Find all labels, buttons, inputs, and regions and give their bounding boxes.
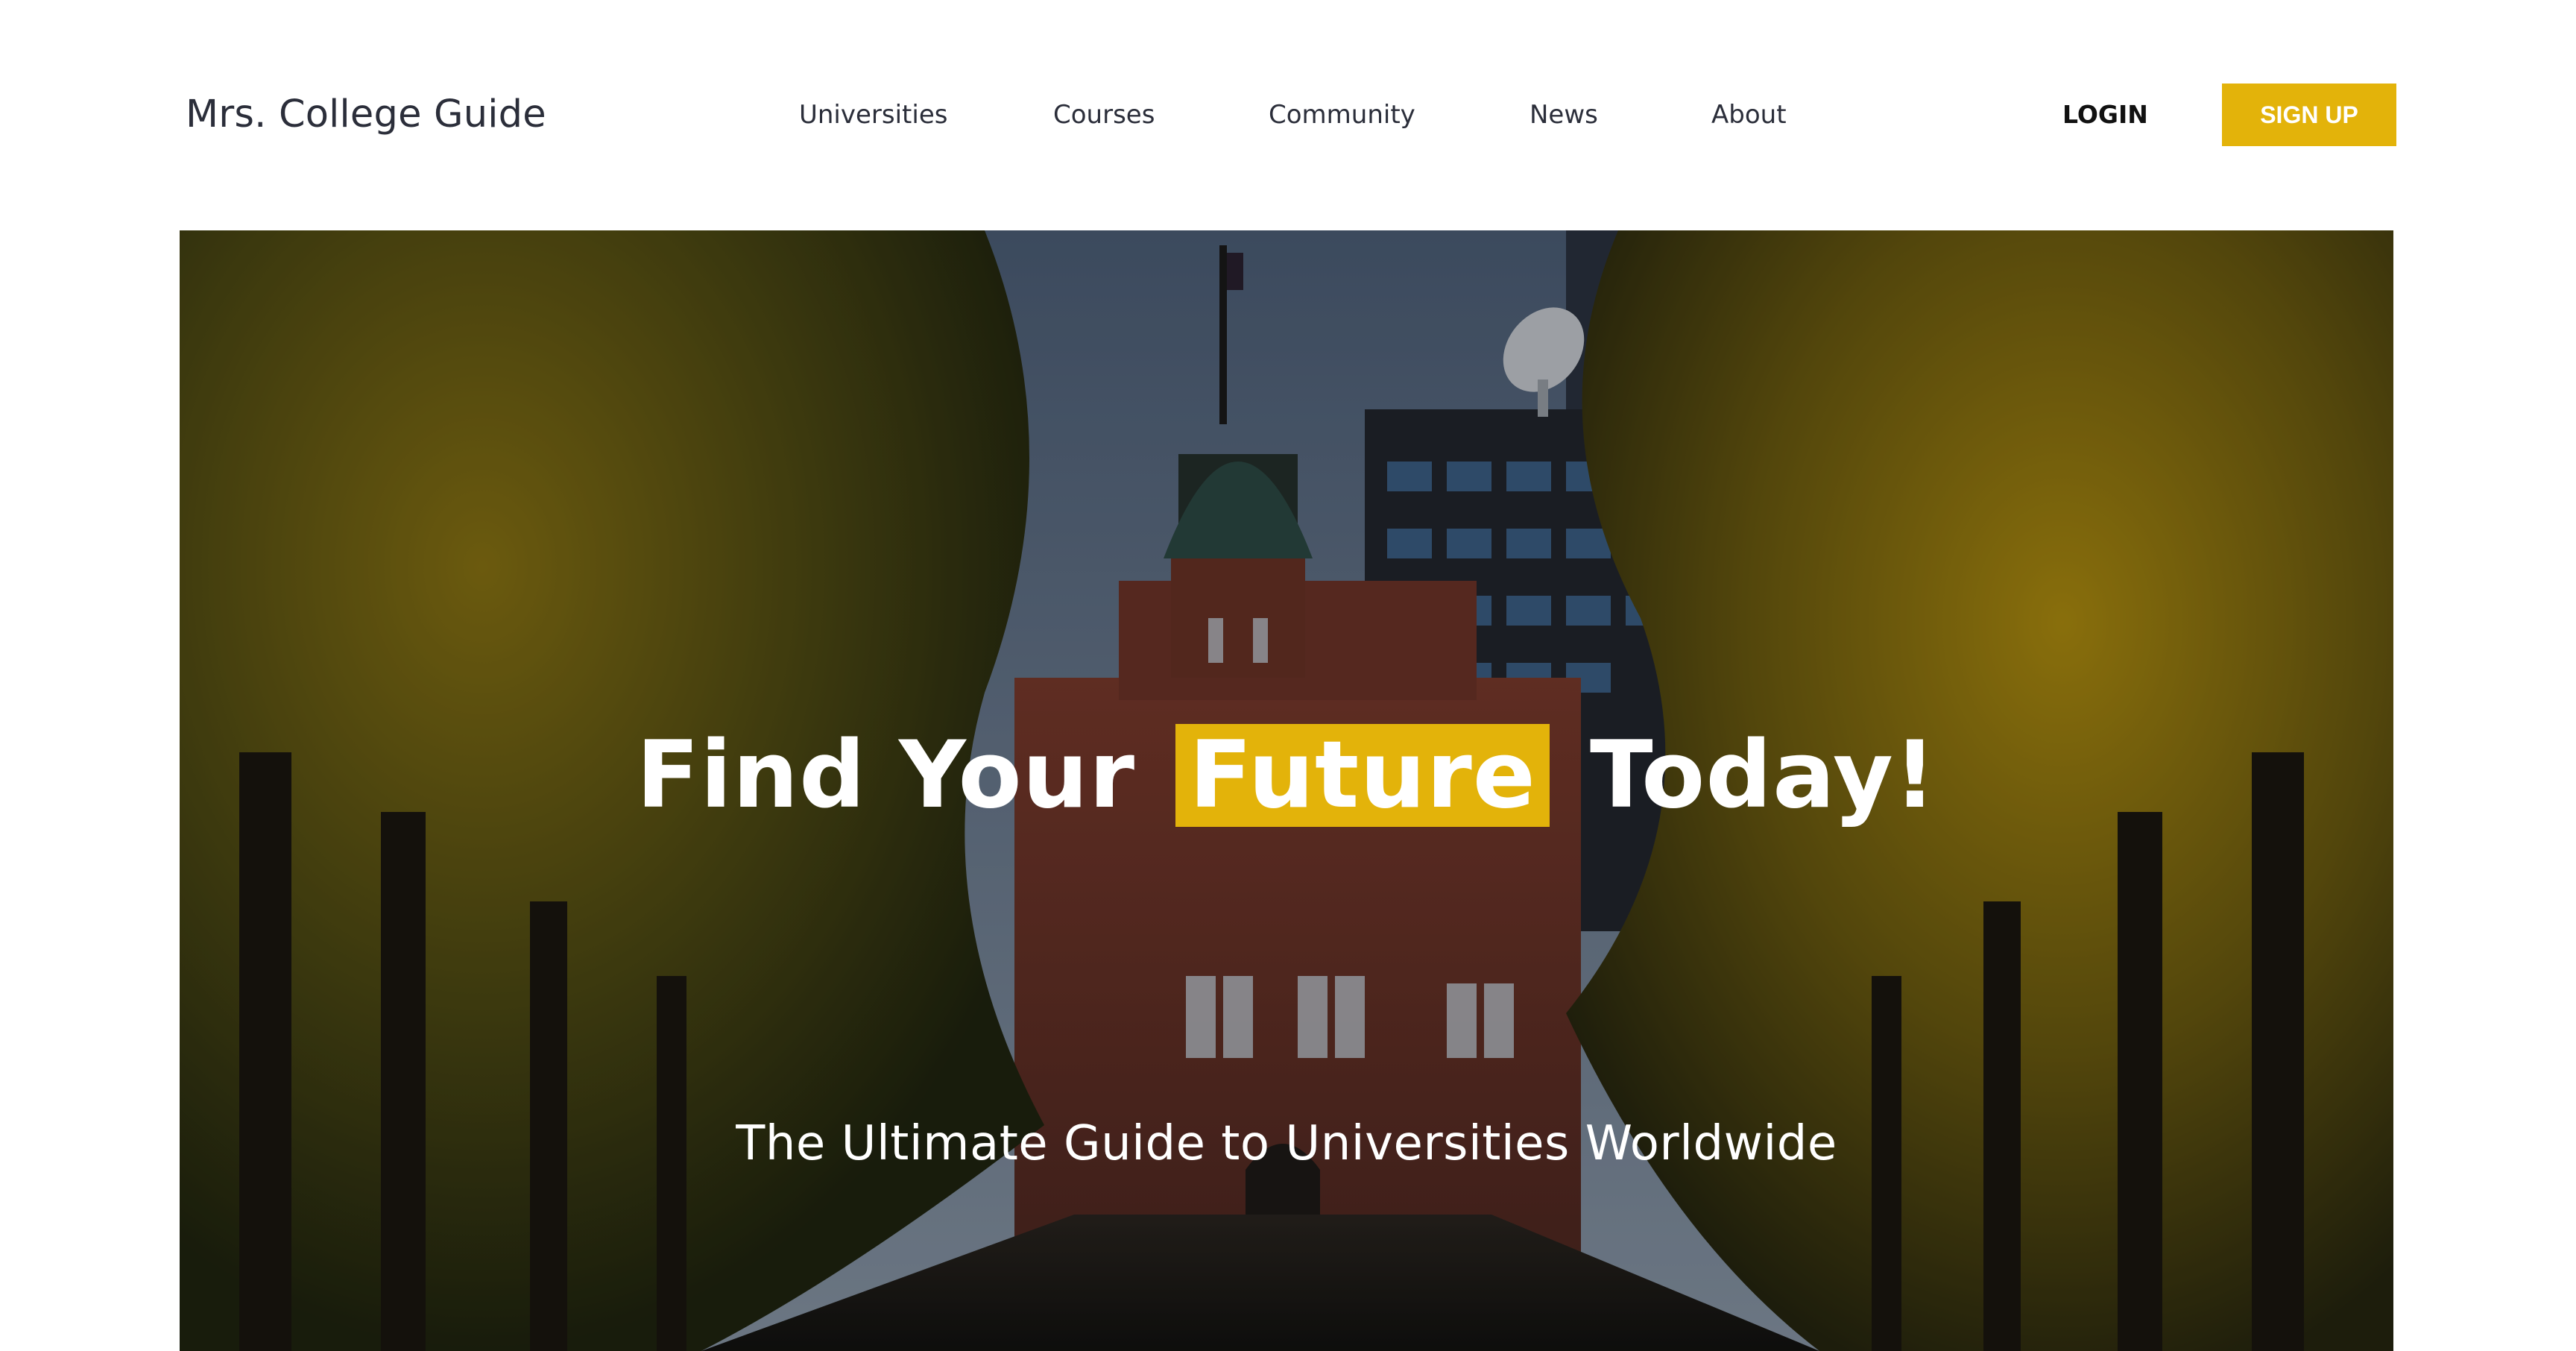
hero-heading-start: Find Your [636,722,1136,829]
signup-button[interactable]: SIGN UP [2222,84,2396,146]
nav-link-courses[interactable]: Courses [1053,95,1155,134]
hero-banner: Find Your Future Today! The Ultimate Gui… [180,230,2393,1351]
nav-link-news[interactable]: News [1530,95,1598,134]
hero-heading-highlight: Future [1175,724,1550,827]
site-logo-text[interactable]: Mrs. College Guide [186,88,546,142]
site-header: Mrs. College Guide Universities Courses … [0,0,2576,230]
page: Mrs. College Guide Universities Courses … [0,0,2576,1351]
nav-link-community[interactable]: Community [1269,95,1415,134]
hero-heading-end: Today! [1590,722,1937,829]
nav-link-universities[interactable]: Universities [799,95,947,134]
hero-subtitle: The Ultimate Guide to Universities World… [736,1116,1837,1171]
hero-heading: Find Your Future Today! [180,719,2393,831]
login-link[interactable]: LOGIN [2062,95,2148,134]
nav-link-about[interactable]: About [1711,95,1787,134]
